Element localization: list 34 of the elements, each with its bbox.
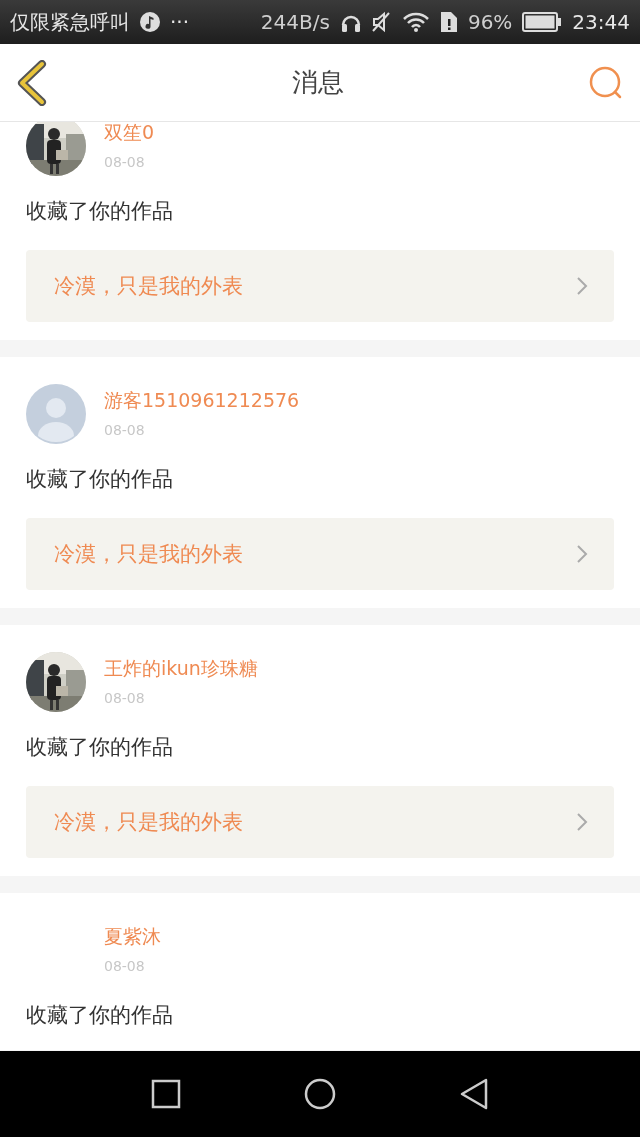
sim-alert-icon: [439, 11, 458, 33]
message-text: 收藏了你的作品: [26, 466, 174, 493]
user-name[interactable]: 夏紫沐: [104, 924, 161, 950]
message-date: 08-08: [104, 690, 146, 706]
message-text: 收藏了你的作品: [26, 734, 174, 761]
chevron-right-icon: [576, 544, 588, 564]
carrier-text: 仅限紧急呼叫: [10, 8, 130, 36]
work-link[interactable]: 冷漠，只是我的外表: [26, 250, 614, 322]
battery-icon: [522, 12, 563, 32]
message-date: 08-08: [104, 958, 146, 974]
user-name[interactable]: 游客1510961212576: [104, 388, 300, 414]
work-link[interactable]: 冷漠，只是我的外表: [26, 786, 614, 858]
more-text: ···: [170, 10, 190, 34]
network-speed: 244B/s: [260, 10, 330, 34]
recent-apps-button[interactable]: [151, 1079, 182, 1109]
chevron-right-icon: [576, 276, 588, 296]
message-date: 08-08: [104, 154, 146, 170]
page-title: 消息: [292, 66, 344, 99]
back-nav-button[interactable]: [458, 1078, 489, 1110]
wifi-icon: [401, 11, 430, 33]
message-text: 收藏了你的作品: [26, 198, 174, 225]
chevron-right-icon: [576, 812, 588, 832]
battery-percent: 96%: [467, 10, 513, 34]
user-name[interactable]: 双笙0: [104, 122, 155, 146]
default-avatar-icon: [26, 384, 86, 444]
work-link[interactable]: 冷漠，只是我的外表: [26, 518, 614, 590]
music-note-icon: [140, 12, 160, 32]
user-name[interactable]: 王炸的ikun珍珠糖: [104, 656, 258, 682]
message-date: 08-08: [104, 422, 146, 438]
clock-time: 23:44: [572, 10, 630, 34]
back-button[interactable]: [16, 59, 48, 106]
home-button[interactable]: [304, 1078, 336, 1110]
muted-speaker-icon: [371, 11, 392, 33]
message-text: 收藏了你的作品: [26, 1002, 174, 1029]
